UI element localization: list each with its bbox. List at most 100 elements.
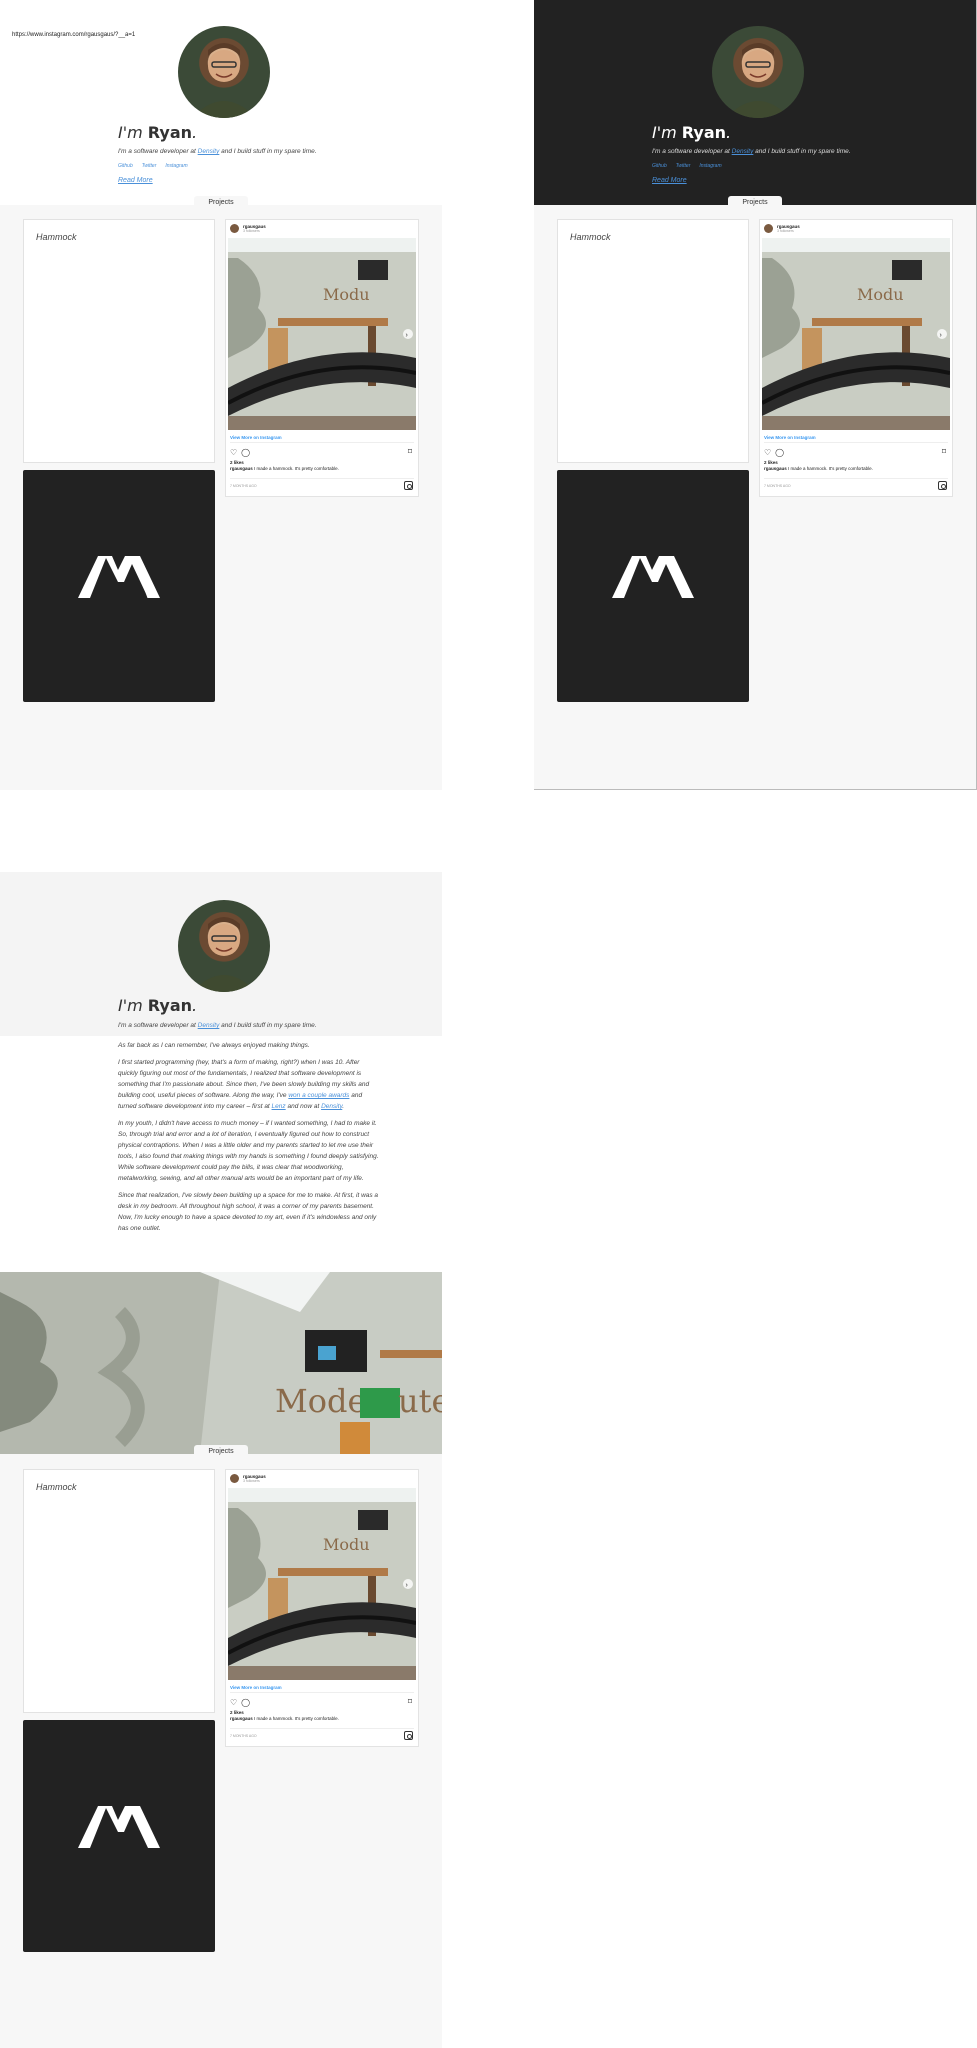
bookmark-icon[interactable]: ⌑ bbox=[942, 447, 946, 456]
ig-actions: ♡ ◯ bbox=[230, 1698, 250, 1707]
hammock-photo: Modu › bbox=[762, 238, 950, 430]
svg-text:Modu: Modu bbox=[323, 285, 370, 304]
hammock-photo: Modu › bbox=[228, 238, 416, 430]
about-paragraph: Since that realization, I've slowly been… bbox=[118, 1192, 379, 1232]
divider bbox=[230, 442, 414, 443]
tab-projects[interactable]: Projects bbox=[728, 196, 782, 209]
bookmark-icon[interactable]: ⌑ bbox=[408, 1697, 412, 1706]
lenz-link[interactable]: Lenz bbox=[272, 1103, 286, 1110]
ig-likes: 2 likes bbox=[230, 460, 244, 465]
ig-time: 7 MONTHS AGO bbox=[230, 1734, 257, 1738]
ig-actions: ♡ ◯ bbox=[764, 448, 784, 457]
project-card-hammock[interactable]: Hammock bbox=[23, 219, 215, 463]
social-links: Github Twitter Instagram bbox=[652, 163, 722, 169]
comment-icon[interactable]: ◯ bbox=[241, 448, 250, 457]
ig-likes: 2 likes bbox=[230, 1710, 244, 1715]
comment-icon[interactable]: ◯ bbox=[241, 1698, 250, 1707]
view-more-link[interactable]: View More on Instagram bbox=[764, 435, 816, 440]
project-card-modulate[interactable] bbox=[23, 470, 215, 702]
instagram-embed[interactable]: rgausgaus 3 followers Modu › View More on … bbox=[225, 219, 419, 497]
heart-icon[interactable]: ♡ bbox=[230, 1698, 237, 1707]
comment-icon[interactable]: ◯ bbox=[775, 448, 784, 457]
about-paragraph: I first started programming (hey, that's… bbox=[118, 1059, 370, 1110]
panel-light: https://www.instagram.com/rgausgaus/?__a… bbox=[0, 0, 442, 790]
url-text: https://www.instagram.com/rgausgaus/?__a… bbox=[12, 32, 136, 38]
intro-title: I'm Ryan. bbox=[652, 123, 732, 142]
ig-followers: 3 followers bbox=[243, 1479, 260, 1483]
ig-avatar bbox=[764, 224, 773, 233]
ig-followers: 3 followers bbox=[777, 229, 794, 233]
tab-projects[interactable]: Projects bbox=[194, 196, 248, 209]
modulate-logo bbox=[78, 556, 160, 598]
instagram-icon[interactable] bbox=[404, 1731, 413, 1740]
twitter-link[interactable]: Twitter bbox=[676, 163, 691, 169]
view-more-link[interactable]: View More on Instagram bbox=[230, 1685, 282, 1690]
social-links: Github Twitter Instagram bbox=[118, 163, 188, 169]
heart-icon[interactable]: ♡ bbox=[764, 448, 771, 457]
read-more-link[interactable]: Read More bbox=[118, 177, 153, 184]
project-card-hammock[interactable]: Hammock bbox=[557, 219, 749, 463]
panel-dark: I'm Ryan. I'm a software developer at De… bbox=[534, 0, 977, 790]
project-title: Hammock bbox=[36, 232, 77, 242]
read-more-link[interactable]: Read More bbox=[652, 177, 687, 184]
github-link[interactable]: Github bbox=[118, 163, 133, 169]
about-section: As far back as I can remember, I've alwa… bbox=[118, 1040, 380, 1240]
density-link[interactable]: Density bbox=[321, 1103, 342, 1110]
project-card-modulate[interactable] bbox=[557, 470, 749, 702]
instagram-icon[interactable] bbox=[938, 481, 947, 490]
modulate-logo bbox=[612, 556, 694, 598]
ig-caption: rgausgaus I made a hammock. It's pretty … bbox=[230, 466, 339, 471]
divider bbox=[764, 478, 948, 479]
density-link[interactable]: Density bbox=[198, 148, 220, 155]
svg-text:Modu: Modu bbox=[857, 285, 904, 304]
ig-time: 7 MONTHS AGO bbox=[230, 484, 257, 488]
awards-link[interactable]: won a couple awards bbox=[288, 1092, 349, 1099]
divider bbox=[230, 1728, 414, 1729]
hammock-photo: Modu › bbox=[228, 1488, 416, 1680]
github-link[interactable]: Github bbox=[652, 163, 667, 169]
density-link[interactable]: Density bbox=[198, 1022, 220, 1029]
about-paragraph: As far back as I can remember, I've alwa… bbox=[118, 1042, 310, 1049]
instagram-embed[interactable]: rgausgaus 3 followers Modu › View More on … bbox=[225, 1469, 419, 1747]
view-more-link[interactable]: View More on Instagram bbox=[230, 435, 282, 440]
divider bbox=[230, 478, 414, 479]
project-title: Hammock bbox=[36, 1482, 77, 1492]
ig-avatar bbox=[230, 1474, 239, 1483]
svg-text:Mode: Mode bbox=[275, 1382, 366, 1420]
heart-icon[interactable]: ♡ bbox=[230, 448, 237, 457]
ig-avatar bbox=[230, 224, 239, 233]
project-card-modulate[interactable] bbox=[23, 1720, 215, 1952]
instagram-link[interactable]: Instagram bbox=[699, 163, 721, 169]
density-link[interactable]: Density bbox=[732, 148, 754, 155]
about-paragraph: In my youth, I didn't have access to muc… bbox=[118, 1120, 379, 1182]
tab-projects[interactable]: Projects bbox=[194, 1445, 248, 1458]
intro-title: I'm Ryan. bbox=[118, 996, 198, 1015]
twitter-link[interactable]: Twitter bbox=[142, 163, 157, 169]
avatar bbox=[712, 26, 804, 118]
ig-time: 7 MONTHS AGO bbox=[764, 484, 791, 488]
project-title: Hammock bbox=[570, 232, 611, 242]
project-card-hammock[interactable]: Hammock bbox=[23, 1469, 215, 1713]
avatar bbox=[178, 900, 270, 992]
intro-text: I'm a software developer at Density and … bbox=[118, 1022, 317, 1029]
intro-text: I'm a software developer at Density and … bbox=[652, 148, 851, 155]
svg-text:Modu: Modu bbox=[323, 1535, 370, 1554]
ig-followers: 3 followers bbox=[243, 229, 260, 233]
ig-likes: 2 likes bbox=[764, 460, 778, 465]
divider bbox=[230, 1692, 414, 1693]
modulate-logo bbox=[78, 1806, 160, 1848]
ig-caption: rgausgaus I made a hammock. It's pretty … bbox=[764, 466, 873, 471]
ig-actions: ♡ ◯ bbox=[230, 448, 250, 457]
ig-header: rgausgaus 3 followers bbox=[230, 224, 266, 233]
ig-header: rgausgaus 3 followers bbox=[764, 224, 800, 233]
svg-text:ute: ute bbox=[398, 1382, 442, 1420]
panel-expanded: I'm Ryan. I'm a software developer at De… bbox=[0, 872, 442, 2048]
workshop-photo: Mode ute bbox=[0, 1272, 442, 1454]
instagram-embed[interactable]: rgausgaus 3 followers Modu › View More on … bbox=[759, 219, 953, 497]
bookmark-icon[interactable]: ⌑ bbox=[408, 447, 412, 456]
ig-caption: rgausgaus I made a hammock. It's pretty … bbox=[230, 1716, 339, 1721]
instagram-link[interactable]: Instagram bbox=[165, 163, 187, 169]
intro-title: I'm Ryan. bbox=[118, 123, 198, 142]
avatar bbox=[178, 26, 270, 118]
instagram-icon[interactable] bbox=[404, 481, 413, 490]
